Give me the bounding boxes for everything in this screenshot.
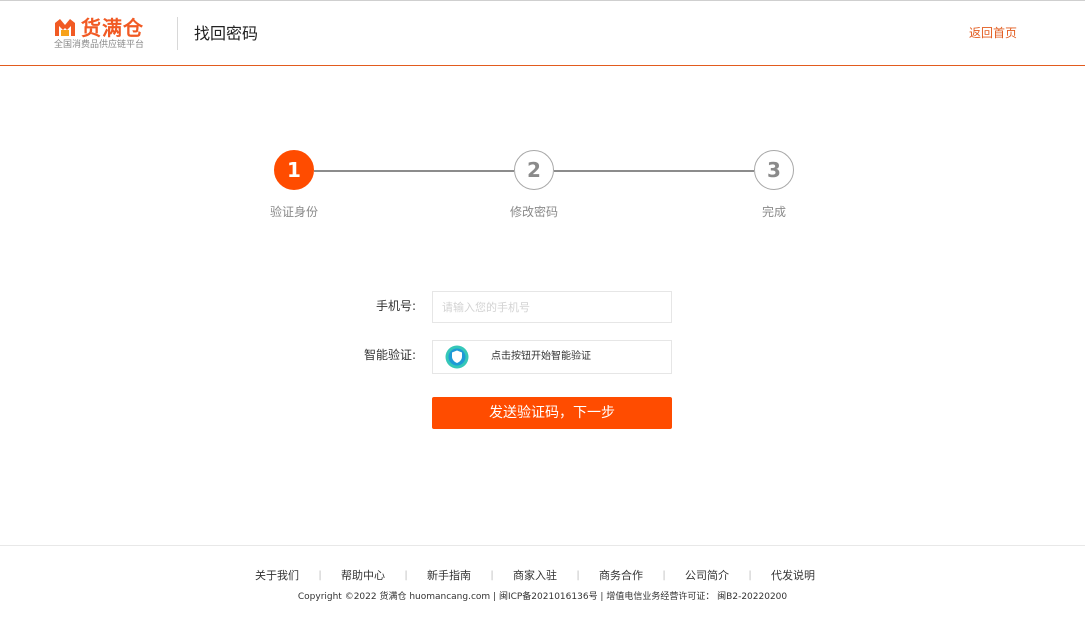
- step-indicator: 1 2 3 验证身份 修改密码 完成: [0, 0, 1085, 240]
- step-2-label: 修改密码: [509, 205, 558, 219]
- copyright-text: Copyright ©2022 货满仓 huomancang.com | 闽IC…: [297, 592, 788, 602]
- footer-link-merchant[interactable]: 商家入驻: [513, 568, 557, 584]
- send-code-next-button[interactable]: 发送验证码，下一步: [432, 397, 672, 429]
- smart-verify-label: 智能验证:: [363, 348, 416, 362]
- phone-label: 手机号:: [375, 299, 416, 313]
- footer-link-about[interactable]: 关于我们: [255, 568, 299, 584]
- phone-input[interactable]: [432, 291, 672, 323]
- page: 货满仓 全国消费品供应链平台 找回密码 返回首页 1 2 3 验证身份 修改密码…: [0, 0, 1085, 642]
- shield-icon: [445, 345, 469, 369]
- step-2-circle: 2: [514, 150, 554, 190]
- footer-link-help[interactable]: 帮助中心: [341, 568, 385, 584]
- step-1-circle: 1: [274, 150, 314, 190]
- footer-links: 关于我们 | 帮助中心 | 新手指南 | 商家入驻 | 商务合作 | 公司简介 …: [255, 568, 815, 584]
- step-3-circle: 3: [754, 150, 794, 190]
- footer-separator: |: [490, 570, 494, 581]
- footer-separator: |: [404, 570, 408, 581]
- step-connector-2: [554, 170, 754, 172]
- footer-link-company[interactable]: 公司简介: [685, 568, 729, 584]
- footer-separator: |: [662, 570, 666, 581]
- footer-link-business[interactable]: 商务合作: [599, 568, 643, 584]
- footer-separator: |: [748, 570, 752, 581]
- smart-verify-text: 点击按钮开始智能验证: [491, 351, 591, 362]
- footer-link-guide[interactable]: 新手指南: [427, 568, 471, 584]
- footer-divider: [0, 545, 1085, 546]
- footer-link-dropship[interactable]: 代发说明: [771, 568, 815, 584]
- smart-verify-button[interactable]: 点击按钮开始智能验证: [432, 340, 672, 374]
- step-1-label: 验证身份: [269, 205, 318, 219]
- footer-separator: |: [576, 570, 580, 581]
- step-3-label: 完成: [761, 205, 786, 219]
- step-connector-1: [314, 170, 514, 172]
- footer-separator: |: [318, 570, 322, 581]
